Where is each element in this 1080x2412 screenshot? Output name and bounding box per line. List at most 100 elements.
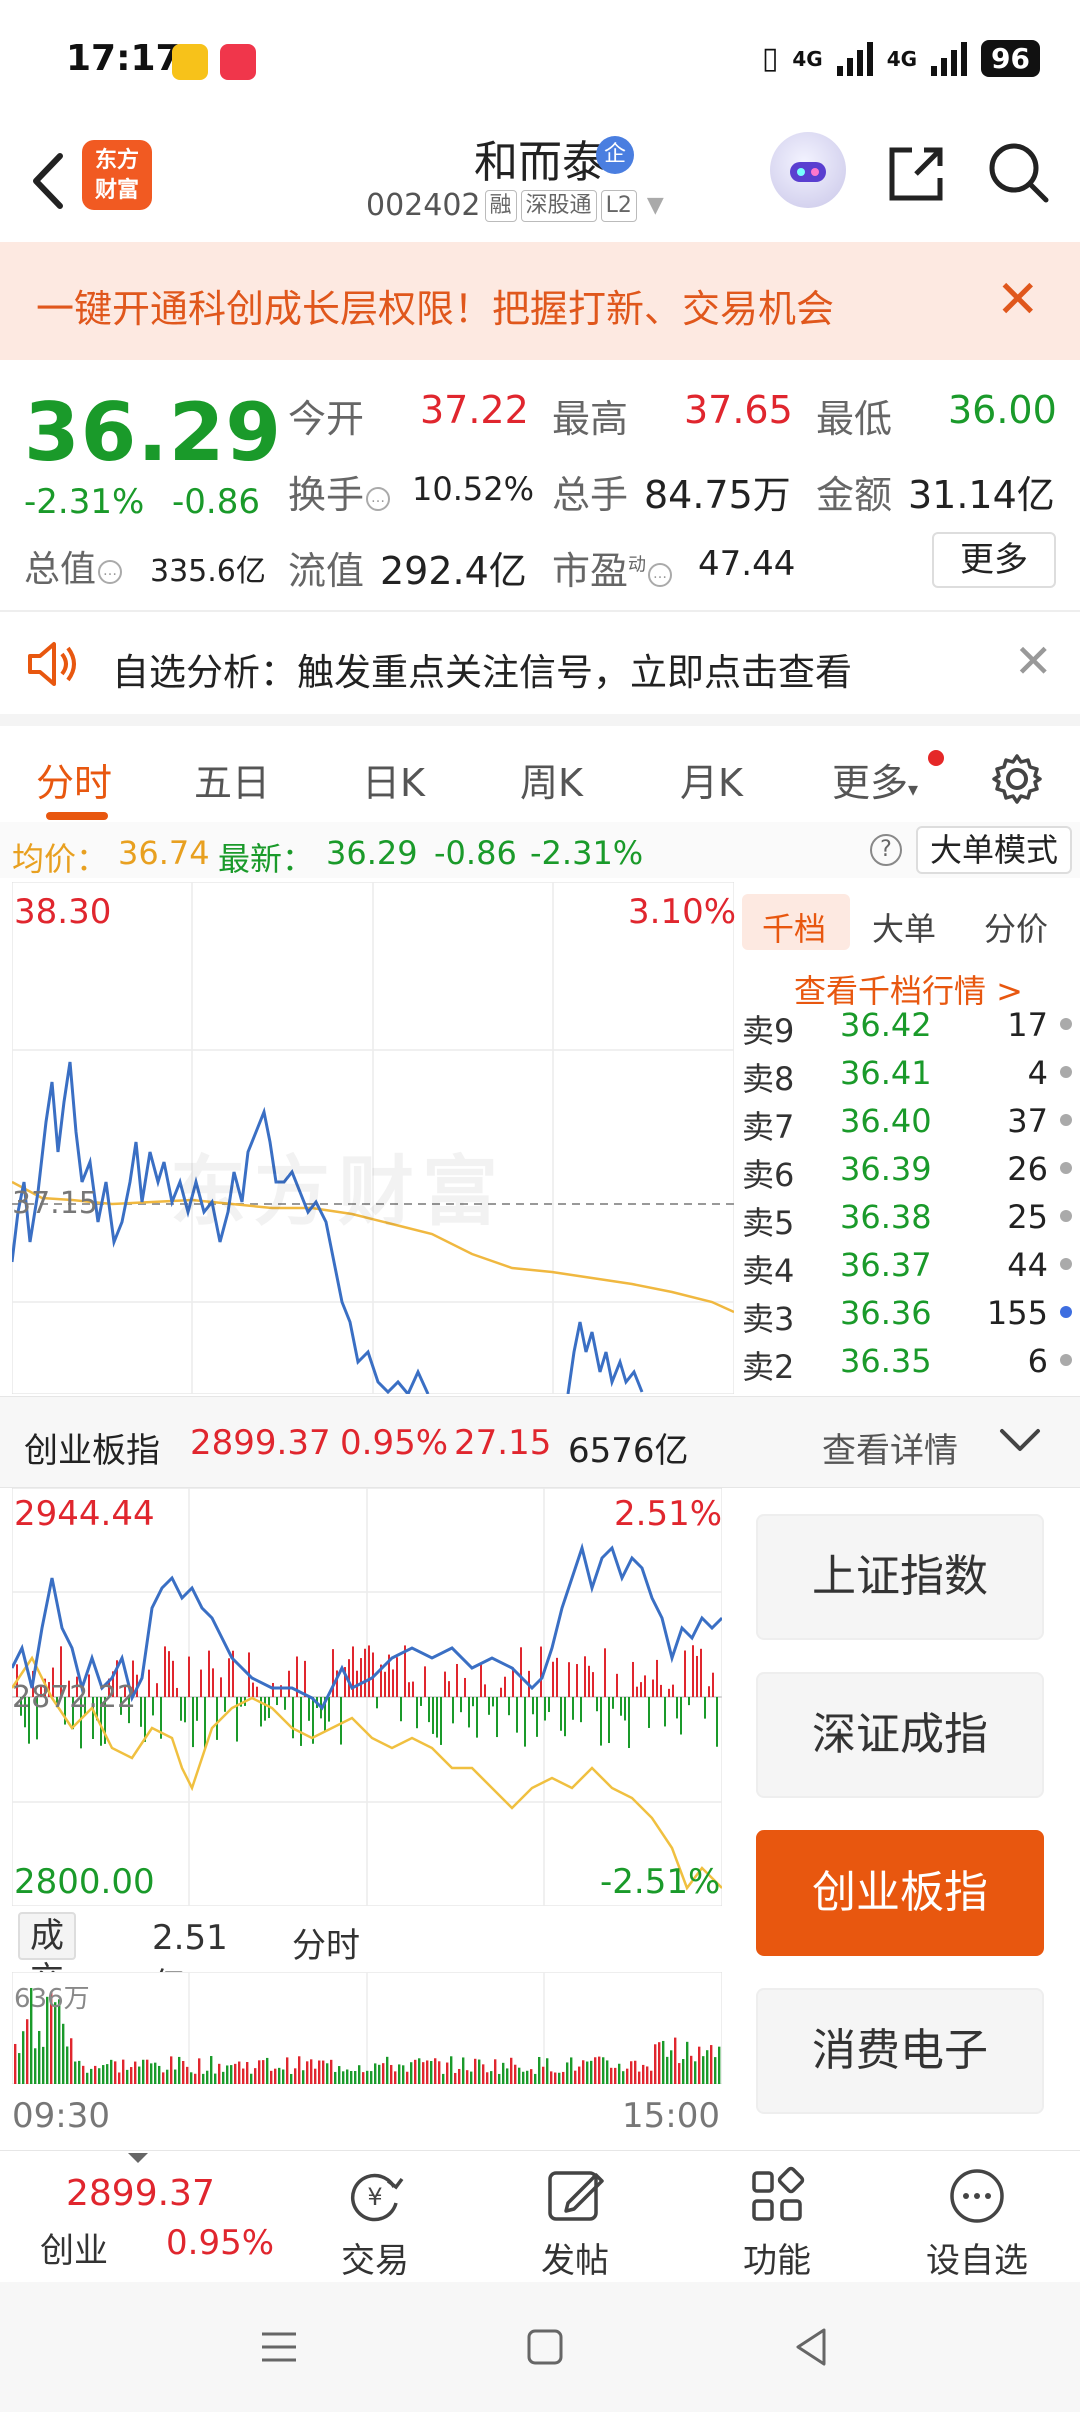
analysis-bar[interactable]: 自选分析：触发重点关注信号，立即点击查看 ✕ [0, 610, 1080, 714]
order-row[interactable]: 卖3 36.36 155 [736, 1294, 1080, 1342]
volume-chart[interactable] [12, 1972, 722, 2084]
volume-bar [578, 2066, 581, 2084]
order-level: 卖2 [742, 1348, 795, 1386]
index-volume-bar [704, 1697, 706, 1719]
index-bar[interactable]: 创业板指 2899.37 0.95% 27.15 6576亿 查看详情 [0, 1396, 1080, 1488]
volume-bar [146, 2059, 149, 2084]
order-row[interactable]: 卖4 36.37 44 [736, 1246, 1080, 1294]
order-row[interactable]: 卖5 36.38 25 [736, 1198, 1080, 1246]
volume-bar [438, 2061, 441, 2084]
volume-bar [550, 2071, 553, 2084]
order-price: 36.36 [840, 1294, 932, 1332]
index-volume-bar [272, 1682, 274, 1697]
index-volume-bar [716, 1697, 718, 1747]
info-icon[interactable]: … [366, 487, 391, 511]
order-row[interactable]: 卖7 36.40 37 [736, 1102, 1080, 1150]
index-volume-bar [588, 1665, 590, 1697]
volume-bar [298, 2056, 301, 2084]
tab-five-day[interactable]: 五日 [194, 752, 270, 807]
consumer-electronics-button[interactable]: 消费电子 [756, 1988, 1044, 2114]
view-detail-link[interactable]: 查看详情 [822, 1423, 958, 1472]
add-watchlist-button[interactable]: 设自选 [912, 2165, 1042, 2282]
volume-bar [414, 2059, 417, 2084]
order-row[interactable]: 卖9 36.42 17 [736, 1006, 1080, 1054]
ai-assistant-icon[interactable] [770, 132, 846, 208]
volume-bar [542, 2066, 545, 2084]
index-volume-bar [640, 1682, 642, 1697]
tab-price-split[interactable]: 分价 [984, 904, 1048, 950]
volume-bar [582, 2060, 585, 2084]
chinext-index-button[interactable]: 创业板指 [756, 1830, 1044, 1956]
post-button[interactable]: 发帖 [510, 2165, 640, 2282]
volume-bar [382, 2063, 385, 2084]
volume-bar [398, 2064, 401, 2084]
notification-dot [928, 750, 944, 766]
volume-bar [530, 2069, 533, 2084]
tab-weekly-k[interactable]: 周K [520, 752, 583, 807]
volume-bar [170, 2056, 173, 2084]
index-volume-bar [364, 1648, 366, 1697]
volume-bar [626, 2068, 629, 2084]
info-icon[interactable]: … [98, 560, 123, 584]
trade-button[interactable]: ¥ 交易 [310, 2165, 440, 2282]
szse-index-button[interactable]: 深证成指 [756, 1672, 1044, 1798]
shopping-app-icon [220, 44, 256, 80]
index-volume-bar [392, 1669, 394, 1697]
status-indicators: ▯ 4G 4G 96 [762, 40, 1040, 77]
tab-depth[interactable]: 千档 [762, 904, 826, 950]
sse-index-button[interactable]: 上证指数 [756, 1514, 1044, 1640]
volume-bar [130, 2067, 133, 2084]
volume-bar [602, 2057, 605, 2084]
functions-button[interactable]: 功能 [712, 2165, 842, 2282]
promo-banner[interactable]: 一键开通科创成长层权限！把握打新、交易机会 ✕ [0, 242, 1080, 360]
trade-icon: ¥ [350, 2173, 404, 2222]
index-volume-bar [472, 1697, 474, 1707]
volume-bar [190, 2072, 193, 2084]
index-volume-bar [152, 1697, 154, 1716]
tab-more-label: 更多 [832, 761, 909, 805]
volume-bar [526, 2070, 529, 2084]
order-row[interactable]: 卖8 36.41 4 [736, 1054, 1080, 1102]
volume-bar [390, 2064, 393, 2084]
volume-bar [682, 2059, 685, 2084]
index-volume-bar [284, 1697, 286, 1710]
info-icon[interactable]: … [648, 563, 673, 587]
more-quote-button[interactable]: 更多 [932, 532, 1056, 588]
amount-value: 31.14亿 [908, 473, 1055, 517]
index-volume-bar [652, 1679, 654, 1697]
trade-label: 交易 [341, 2241, 409, 2281]
search-icon[interactable] [984, 138, 1054, 208]
help-icon[interactable]: ? [870, 834, 902, 866]
home-icon[interactable] [520, 2322, 570, 2372]
close-icon[interactable]: ✕ [996, 272, 1040, 328]
tab-monthly-k[interactable]: 月K [680, 752, 743, 807]
index-volume-bar [708, 1686, 710, 1697]
tab-intraday[interactable]: 分时 [36, 752, 112, 807]
volume-bar [538, 2056, 541, 2084]
big-order-mode-button[interactable]: 大单模式 [916, 826, 1072, 874]
index-volume-bar [504, 1676, 506, 1697]
stock-code-row[interactable]: 002402 融 深股通 L2 ▼ [366, 188, 664, 223]
volume-bar [310, 2059, 313, 2084]
order-row[interactable]: 卖2 36.35 6 [736, 1342, 1080, 1390]
analysis-text: 自选分析：触发重点关注信号，立即点击查看 [112, 651, 852, 694]
share-icon[interactable] [884, 140, 950, 206]
gear-icon[interactable] [990, 752, 1044, 806]
order-row[interactable]: 卖6 36.39 26 [736, 1150, 1080, 1198]
toolbar-index-name[interactable]: 创业 [40, 2223, 108, 2272]
index-volume-bar [440, 1697, 442, 1745]
tab-daily-k[interactable]: 日K [362, 752, 425, 807]
back-nav-icon[interactable] [786, 2322, 836, 2372]
volume-bar [234, 2063, 237, 2084]
menu-icon[interactable] [254, 2322, 304, 2372]
chevron-down-icon[interactable] [996, 1423, 1044, 1459]
volume-bar [326, 2063, 329, 2084]
tab-more[interactable]: 更多▾ [832, 752, 918, 807]
volume-bar [446, 2062, 449, 2084]
tab-big-orders[interactable]: 大单 [872, 904, 936, 950]
volume-bar [206, 2070, 209, 2084]
toolbar-index-pct: 0.95% [166, 2223, 275, 2263]
toolbar-index-value[interactable]: 2899.37 [66, 2173, 215, 2214]
close-icon[interactable]: ✕ [1014, 634, 1053, 688]
volume-label-button[interactable]: 成交量 [18, 1912, 76, 2044]
